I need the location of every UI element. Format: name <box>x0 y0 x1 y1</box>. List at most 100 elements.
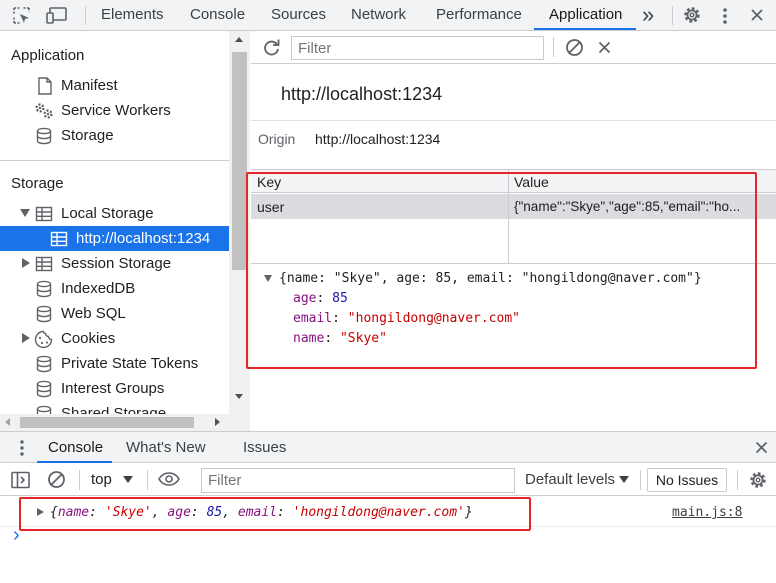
database-icon <box>35 305 53 323</box>
cookie-icon <box>34 330 53 349</box>
toolbar-divider <box>79 470 80 490</box>
sidebar-item-localhost-origin[interactable]: http://localhost:1234 <box>0 226 229 251</box>
gear-icon[interactable] <box>682 5 702 25</box>
kebab-menu-icon[interactable] <box>722 7 728 25</box>
console-toolbar: top Default levels No Issues <box>0 463 776 496</box>
sidebar-item-storage[interactable]: Storage <box>0 123 229 148</box>
sidebar-item-label: Storage <box>61 127 114 144</box>
log-levels-label: Default levels <box>525 471 616 488</box>
console-filter-input[interactable] <box>201 468 515 493</box>
sidebar-item-label: Web SQL <box>61 305 126 322</box>
database-icon <box>35 127 53 145</box>
clear-console-icon[interactable] <box>47 470 66 489</box>
toolbar-divider <box>85 6 86 25</box>
application-sidebar: Application Manifest Service Workers Sto… <box>0 31 250 431</box>
gears-icon <box>33 102 53 120</box>
origin-heading: http://localhost:1234 <box>281 84 443 104</box>
sidebar-item-cookies[interactable]: Cookies <box>0 326 229 351</box>
chevron-down-icon <box>619 476 629 483</box>
toolbar-divider <box>147 470 148 490</box>
chevron-down-icon <box>123 476 133 483</box>
sidebar-item-indexeddb[interactable]: IndexedDB <box>0 276 229 301</box>
sidebar-item-web-sql[interactable]: Web SQL <box>0 301 229 326</box>
sidebar-item-label: Session Storage <box>61 255 172 272</box>
log-levels-dropdown[interactable]: Default levels <box>525 471 629 488</box>
scroll-down-arrow-icon[interactable] <box>235 394 243 399</box>
highlight-box-console <box>19 497 531 531</box>
expand-arrow-icon[interactable] <box>22 333 30 343</box>
tab-network[interactable]: Network <box>351 0 406 30</box>
database-icon <box>35 380 53 398</box>
device-toggle-icon[interactable] <box>46 6 68 25</box>
sidebar-item-label: IndexedDB <box>61 280 136 297</box>
origin-label: Origin <box>258 131 296 147</box>
database-icon <box>35 355 53 373</box>
sidebar-item-interest-groups[interactable]: Interest Groups <box>0 376 229 401</box>
database-icon <box>35 405 53 414</box>
sidebar-item-label: Manifest <box>61 77 118 94</box>
tab-console[interactable]: Console <box>190 0 245 30</box>
scroll-right-arrow-icon[interactable] <box>215 418 220 426</box>
section-title-storage: Storage <box>11 175 64 192</box>
sidebar-item-session-storage[interactable]: Session Storage <box>0 251 229 276</box>
sidebar-item-manifest[interactable]: Manifest <box>0 73 229 98</box>
more-tabs-icon[interactable]: » <box>642 1 654 29</box>
sidebar-item-private-state-tokens[interactable]: Private State Tokens <box>0 351 229 376</box>
delete-selected-icon[interactable] <box>598 41 611 54</box>
origin-heading-divider <box>251 120 776 121</box>
close-icon[interactable] <box>750 8 764 22</box>
toolbar-divider <box>672 6 673 25</box>
sidebar-item-label: Private State Tokens <box>61 355 199 372</box>
console-settings-gear-icon[interactable] <box>748 470 768 490</box>
sidebar-item-label: Cookies <box>61 330 116 347</box>
sidebar-horizontal-scrollbar[interactable] <box>0 414 250 431</box>
sidebar-item-local-storage[interactable]: Local Storage <box>0 201 229 226</box>
sidebar-item-label: Local Storage <box>61 205 154 222</box>
drawer-tab-whats-new[interactable]: What's New <box>126 432 206 463</box>
tab-application[interactable]: Application <box>549 0 622 30</box>
scroll-left-arrow-icon[interactable] <box>5 418 10 426</box>
sidebar-item-label: http://localhost:1234 <box>76 230 211 247</box>
drawer-tab-console[interactable]: Console <box>48 432 103 463</box>
sidebar-toggle-icon[interactable] <box>11 471 30 489</box>
expand-arrow-icon[interactable] <box>22 258 30 268</box>
table-icon <box>35 255 53 273</box>
active-tab-indicator <box>534 28 636 30</box>
drawer-tab-bar: Console What's New Issues <box>0 431 776 463</box>
scroll-thumb[interactable] <box>232 52 247 270</box>
sidebar-item-shared-storage[interactable]: Shared Storage <box>0 401 229 414</box>
tab-sources[interactable]: Sources <box>271 0 326 30</box>
storage-toolbar <box>251 31 776 64</box>
devtools-tab-bar: Elements Console Sources Network Perform… <box>0 0 776 31</box>
table-icon <box>35 205 53 223</box>
log-source-link[interactable]: main.js:8 <box>672 505 742 520</box>
tab-elements[interactable]: Elements <box>101 0 164 30</box>
refresh-icon[interactable] <box>262 38 281 57</box>
sidebar-item-label: Service Workers <box>61 102 171 119</box>
scroll-thumb[interactable] <box>20 417 194 428</box>
scroll-up-arrow-icon[interactable] <box>235 37 243 42</box>
highlight-box-storage <box>246 172 757 369</box>
drawer-tab-issues[interactable]: Issues <box>243 432 286 463</box>
toolbar-divider <box>737 470 738 490</box>
toolbar-divider <box>553 37 554 57</box>
expand-arrow-icon[interactable] <box>20 209 30 217</box>
document-icon <box>36 77 54 95</box>
toolbar-divider <box>640 470 641 490</box>
database-icon <box>35 280 53 298</box>
inspect-icon[interactable] <box>12 6 31 25</box>
drawer-menu-icon[interactable] <box>19 439 25 457</box>
sidebar-divider <box>0 160 229 161</box>
table-icon <box>50 230 68 248</box>
origin-value: http://localhost:1234 <box>315 131 441 147</box>
storage-filter-input[interactable] <box>291 36 544 60</box>
context-selector[interactable]: top <box>91 471 133 488</box>
tab-performance[interactable]: Performance <box>436 0 522 30</box>
eye-icon[interactable] <box>158 472 180 486</box>
issues-button[interactable]: No Issues <box>647 468 727 492</box>
sidebar-item-service-workers[interactable]: Service Workers <box>0 98 229 123</box>
sidebar-item-label: Shared Storage <box>61 405 167 414</box>
clear-all-icon[interactable] <box>565 38 584 57</box>
context-label: top <box>91 471 112 488</box>
drawer-close-icon[interactable] <box>755 441 768 454</box>
